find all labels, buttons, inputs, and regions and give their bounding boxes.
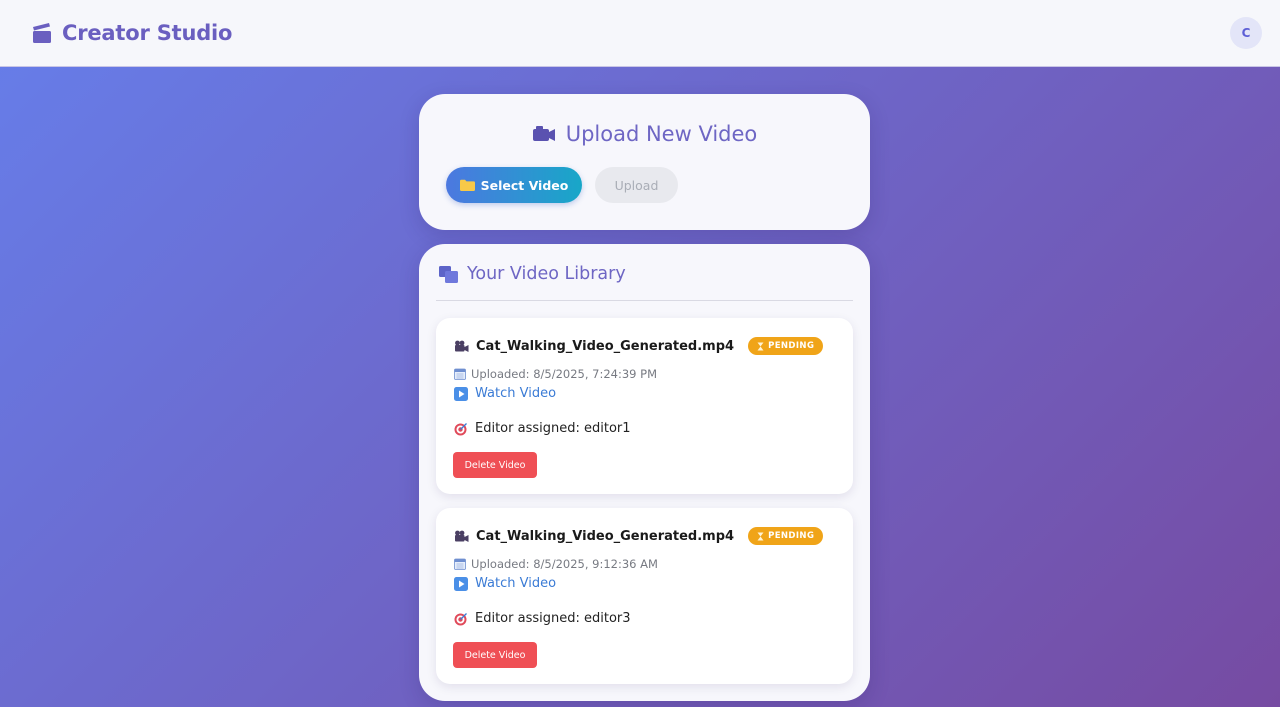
upload-heading: Upload New Video xyxy=(419,122,870,146)
delete-video-button[interactable]: Delete Video xyxy=(453,452,537,478)
library-heading: Your Video Library xyxy=(439,264,626,284)
hourglass-icon xyxy=(757,532,764,540)
video-camera-icon xyxy=(455,340,469,352)
status-badge: PENDING xyxy=(748,337,824,355)
status-badge-label: PENDING xyxy=(768,531,815,541)
app-title: Creator Studio xyxy=(62,21,233,45)
status-badge-label: PENDING xyxy=(768,341,815,351)
video-name-row: Cat_Walking_Video_Generated.mp4 PENDING xyxy=(454,337,824,355)
video-library-card: Your Video Library Cat_Walking_Video_Gen… xyxy=(419,244,870,701)
watch-video-link[interactable]: Watch Video xyxy=(475,386,556,401)
hourglass-icon xyxy=(757,342,764,350)
watch-row: Watch Video xyxy=(454,576,556,591)
editor-row: Editor assigned: editor1 xyxy=(454,421,631,436)
user-avatar[interactable]: C xyxy=(1230,17,1262,49)
top-navbar: Creator Studio C xyxy=(0,0,1280,67)
video-item: Cat_Walking_Video_Generated.mp4 PENDING … xyxy=(436,318,853,494)
upload-title: Upload New Video xyxy=(565,122,758,146)
library-divider xyxy=(436,300,853,301)
upload-button[interactable]: Upload xyxy=(595,167,678,203)
brand[interactable]: Creator Studio xyxy=(32,21,232,45)
stacked-files-icon xyxy=(439,265,458,283)
target-icon xyxy=(454,422,467,435)
status-badge: PENDING xyxy=(748,527,824,545)
watch-video-link[interactable]: Watch Video xyxy=(475,576,556,591)
delete-video-button[interactable]: Delete Video xyxy=(453,642,537,668)
editor-assigned: Editor assigned: editor1 xyxy=(475,421,631,436)
video-filename: Cat_Walking_Video_Generated.mp4 xyxy=(476,338,735,354)
select-video-label: Select Video xyxy=(480,177,569,193)
folder-icon xyxy=(459,179,475,191)
video-camera-icon xyxy=(455,530,469,542)
upload-date: Uploaded: 8/5/2025, 9:12:36 AM xyxy=(471,557,658,571)
video-filename: Cat_Walking_Video_Generated.mp4 xyxy=(476,528,735,544)
play-icon xyxy=(454,576,468,591)
upload-date-row: Uploaded: 8/5/2025, 9:12:36 AM xyxy=(454,557,658,571)
editor-row: Editor assigned: editor3 xyxy=(454,611,631,626)
video-name-row: Cat_Walking_Video_Generated.mp4 PENDING xyxy=(454,527,824,545)
library-title: Your Video Library xyxy=(467,264,626,284)
play-icon xyxy=(454,386,468,401)
upload-date-row: Uploaded: 8/5/2025, 7:24:39 PM xyxy=(454,367,657,381)
watch-row: Watch Video xyxy=(454,386,556,401)
target-icon xyxy=(454,612,467,625)
select-video-button[interactable]: Select Video xyxy=(446,167,582,203)
upload-card: Upload New Video Select Video Upload xyxy=(419,94,870,230)
upload-date: Uploaded: 8/5/2025, 7:24:39 PM xyxy=(471,367,658,381)
clapperboard-icon xyxy=(33,23,51,43)
editor-assigned: Editor assigned: editor3 xyxy=(475,611,631,626)
camera-icon xyxy=(532,126,555,141)
video-item: Cat_Walking_Video_Generated.mp4 PENDING … xyxy=(436,508,853,684)
calendar-icon xyxy=(454,558,466,570)
calendar-icon xyxy=(454,368,466,380)
